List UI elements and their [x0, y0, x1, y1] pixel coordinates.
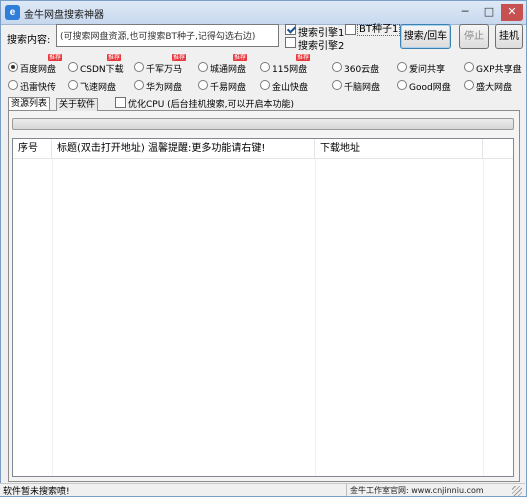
status-website[interactable]: 金牛工作室官网: www.cnjinniu.com: [350, 485, 484, 496]
tab-resource-list[interactable]: 资源列表: [8, 97, 51, 110]
disk-radio[interactable]: [332, 62, 342, 72]
results-table[interactable]: 序号 标题(双击打开地址) 温馨提醒:更多功能请右键! 下载地址: [12, 138, 514, 477]
disk-radio[interactable]: [134, 62, 144, 72]
column-divider: [52, 159, 53, 476]
disk-radio[interactable]: [198, 62, 208, 72]
bt-torrent-label[interactable]: BT种子1: [357, 24, 401, 36]
title-bar[interactable]: e 金牛网盘搜索神器 ─ □ ✕: [1, 1, 526, 25]
disk-radio[interactable]: [8, 80, 18, 90]
disk-radio-label[interactable]: 百度网盘: [20, 62, 56, 75]
disk-radio[interactable]: [260, 80, 270, 90]
disk-radio[interactable]: [332, 80, 342, 90]
disk-radio-label[interactable]: 360云盘: [344, 62, 379, 75]
recommend-badge: 推荐: [233, 54, 247, 61]
recommend-badge: 推荐: [296, 54, 310, 61]
app-logo-icon: e: [5, 5, 20, 20]
disk-radio-label[interactable]: 千易网盘: [210, 80, 246, 93]
disk-radio[interactable]: [8, 62, 18, 72]
column-divider: [315, 159, 316, 476]
minimize-button[interactable]: ─: [453, 4, 477, 21]
disk-radio-label[interactable]: 盛大网盘: [476, 80, 512, 93]
disk-radio-label[interactable]: 城通网盘: [210, 62, 246, 75]
disk-radio-label[interactable]: 千脑网盘: [344, 80, 380, 93]
disk-radio[interactable]: [397, 62, 407, 72]
disk-radio[interactable]: [464, 80, 474, 90]
disk-radio[interactable]: [68, 62, 78, 72]
recommend-badge: 推荐: [48, 54, 62, 61]
table-header: 序号 标题(双击打开地址) 温馨提醒:更多功能请右键! 下载地址: [13, 139, 513, 159]
engine2-label[interactable]: 搜索引擎2: [298, 37, 344, 52]
disk-radio-label[interactable]: 飞速网盘: [80, 80, 116, 93]
disk-radio-label[interactable]: 115网盘: [272, 62, 307, 75]
disk-radio[interactable]: [134, 80, 144, 90]
disk-radio-label[interactable]: Good网盘: [409, 80, 451, 93]
close-button[interactable]: ✕: [501, 4, 523, 21]
disk-radio[interactable]: [198, 80, 208, 90]
search-button[interactable]: 搜索/回车: [400, 24, 451, 49]
stop-button[interactable]: 停止: [459, 24, 489, 49]
disk-radio-label[interactable]: 金山快盘: [272, 80, 308, 93]
engine2-checkbox[interactable]: [285, 37, 296, 48]
tab-about[interactable]: 关于软件: [56, 98, 99, 111]
optimize-cpu-label[interactable]: 优化CPU (后台挂机搜索,可以开启本功能): [128, 97, 294, 110]
disk-radio-label[interactable]: 迅雷快传: [20, 80, 56, 93]
disk-radio-label[interactable]: 爱问共享: [409, 62, 445, 75]
disk-radio[interactable]: [397, 80, 407, 90]
column-header-index[interactable]: 序号: [13, 139, 52, 159]
disk-radio-label[interactable]: 华为网盘: [146, 80, 182, 93]
search-label: 搜索内容:: [7, 35, 51, 46]
column-header-title[interactable]: 标题(双击打开地址) 温馨提醒:更多功能请右键!: [52, 139, 315, 159]
disk-radio-label[interactable]: 千军万马: [146, 62, 182, 75]
maximize-button[interactable]: □: [477, 4, 501, 21]
column-header-download-url[interactable]: 下载地址: [315, 139, 483, 159]
disk-radio[interactable]: [260, 62, 270, 72]
column-divider: [483, 159, 484, 476]
search-progress-bar: [12, 118, 514, 130]
status-divider: [346, 484, 347, 496]
recommend-badge: 推荐: [107, 54, 121, 61]
engine1-checkbox[interactable]: [285, 24, 296, 35]
search-input[interactable]: [56, 24, 279, 47]
disk-radio[interactable]: [68, 80, 78, 90]
window-title: 金牛网盘搜索神器: [24, 10, 104, 21]
status-message: 软件暂未搜索喷!: [3, 487, 70, 497]
bt-torrent-checkbox[interactable]: [345, 24, 356, 35]
disk-radio-label[interactable]: CSDN下载: [80, 62, 124, 75]
optimize-cpu-checkbox[interactable]: [115, 97, 126, 108]
disk-radio[interactable]: [464, 62, 474, 72]
hang-button[interactable]: 挂机: [495, 24, 523, 49]
recommend-badge: 推荐: [172, 54, 186, 61]
resize-grip[interactable]: [512, 486, 522, 496]
column-header-extra[interactable]: [483, 139, 513, 159]
disk-radio-label[interactable]: GXP共享盘: [476, 62, 522, 75]
